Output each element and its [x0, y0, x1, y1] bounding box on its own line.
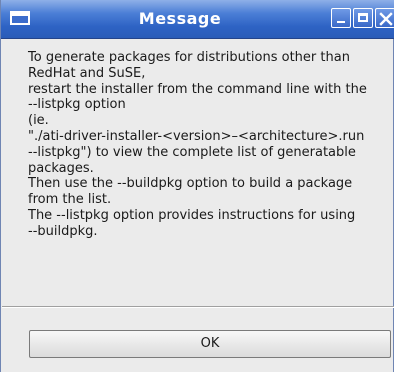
- message-line: To generate packages for distributions o…: [28, 50, 350, 65]
- message-line: RedHat and SuSE,: [28, 65, 146, 81]
- message-line: from the list.: [28, 192, 112, 208]
- message-line: restart the installer from the command l…: [28, 81, 367, 97]
- message-line: --buildpkg.: [28, 223, 98, 239]
- close-icon[interactable]: [375, 8, 394, 28]
- window-title: Message: [138, 9, 222, 28]
- titlebar[interactable]: Message: [1, 0, 394, 39]
- message-line: "./ati-driver-installer-<version>–<archi…: [28, 128, 365, 144]
- message-text: To generate packages for distributions o…: [28, 50, 394, 240]
- ok-button[interactable]: OK: [29, 330, 391, 358]
- message-line: Then use the --buildpkg option to build …: [28, 176, 353, 192]
- maximize-icon[interactable]: [353, 8, 373, 28]
- minimize-icon[interactable]: [331, 8, 351, 28]
- message-line: --listpkg option: [28, 97, 126, 113]
- message-line: --listpkg") to view the complete list of…: [28, 144, 356, 160]
- window-menu-icon[interactable]: [10, 11, 30, 25]
- close-x-glyph: [379, 12, 393, 26]
- button-separator: [2, 306, 394, 308]
- message-line: packages.: [28, 160, 94, 176]
- message-dialog: Message To generate packages for distrib…: [0, 0, 394, 372]
- message-line: The --listpkg option provides instructio…: [28, 207, 356, 223]
- message-line: (ie.: [28, 113, 49, 129]
